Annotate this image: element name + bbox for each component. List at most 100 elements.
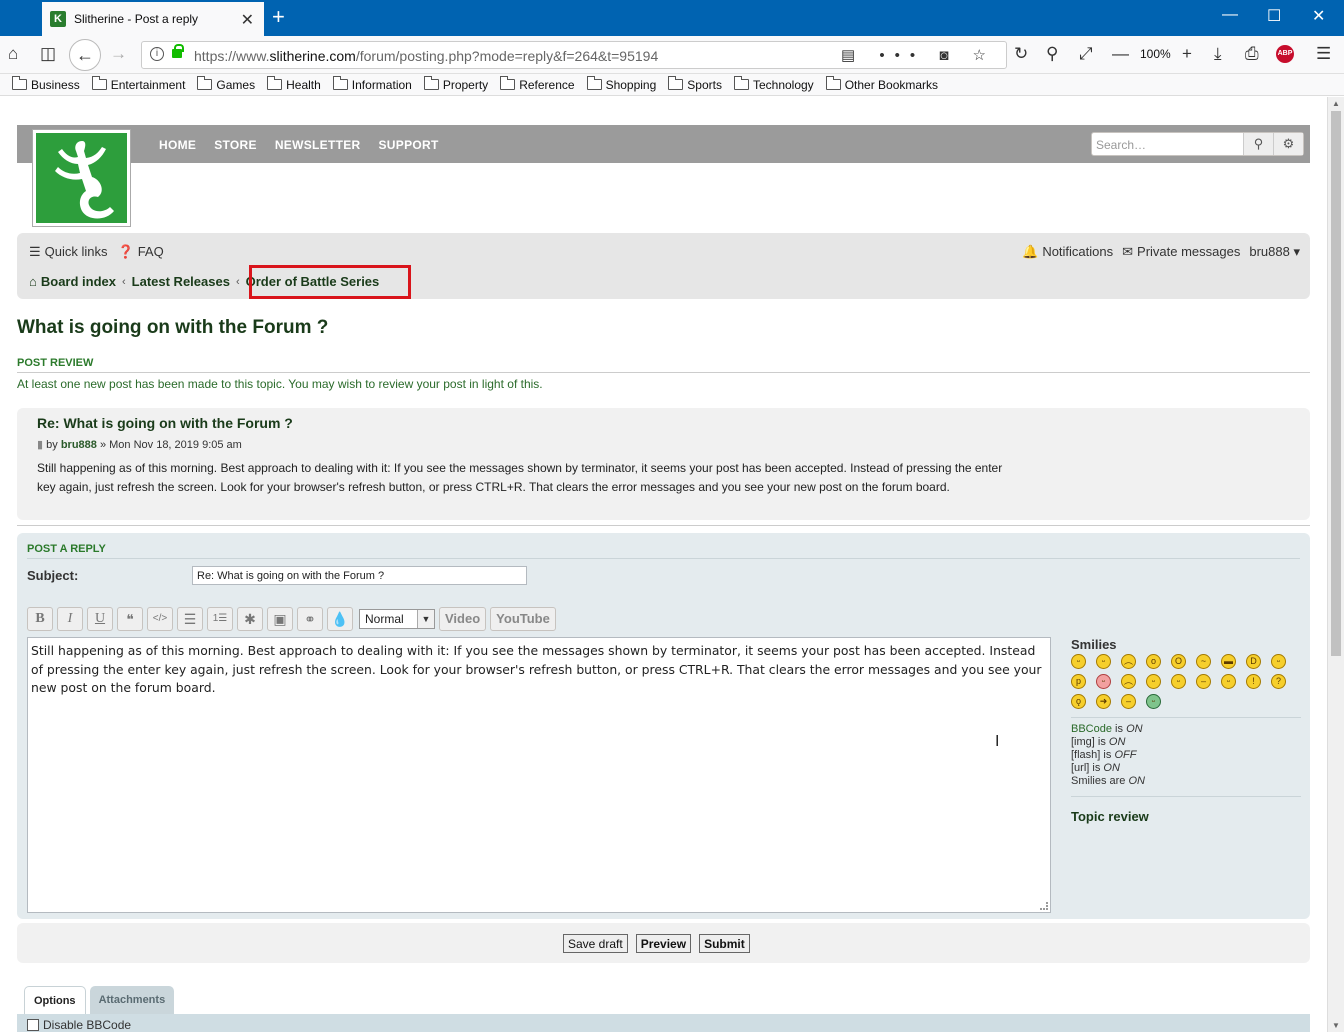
bullet-list-icon[interactable]: ☰ xyxy=(177,607,203,631)
youtube-button[interactable]: YouTube xyxy=(490,607,556,631)
bookmark-folder[interactable]: Reference xyxy=(500,76,575,92)
disable-bbcode-checkbox[interactable] xyxy=(27,1019,39,1031)
smiley-neutral-icon[interactable]: – xyxy=(1121,694,1136,709)
underline-icon[interactable]: U xyxy=(87,607,113,631)
resize-grip-icon[interactable] xyxy=(1040,902,1048,910)
bold-icon[interactable]: B xyxy=(27,607,53,631)
code-icon[interactable]: </> xyxy=(147,607,173,631)
smiley-confused-icon[interactable]: ~ xyxy=(1196,654,1211,669)
submit-button[interactable]: Submit xyxy=(699,934,750,953)
site-info-icon[interactable]: i xyxy=(150,47,164,61)
adblock-plus-icon[interactable]: ABP xyxy=(1276,45,1294,63)
numbered-list-icon[interactable]: 1☰ xyxy=(207,607,233,631)
bookmark-folder[interactable]: Entertainment xyxy=(91,76,185,92)
search-input[interactable]: Search… xyxy=(1092,133,1243,155)
smiley-cry-icon[interactable]: ︵ xyxy=(1121,674,1136,689)
quote-icon[interactable]: ❝ xyxy=(117,607,143,631)
site-nav-item[interactable]: STORE xyxy=(214,138,257,152)
smiley-wink-icon[interactable]: ᵕ xyxy=(1221,674,1236,689)
breadcrumb-board-index[interactable]: ⌂ Board index xyxy=(29,274,116,289)
preview-button[interactable]: Preview xyxy=(635,934,692,953)
new-tab-icon[interactable]: + xyxy=(272,4,285,30)
site-nav-item[interactable]: HOME xyxy=(159,138,196,152)
italic-icon[interactable]: I xyxy=(57,607,83,631)
close-window-icon[interactable]: ✕ xyxy=(1312,6,1325,26)
tab-options[interactable]: Options xyxy=(24,986,86,1014)
smiley-razz-icon[interactable]: p xyxy=(1071,674,1086,689)
sidebar-icon[interactable]: ◫ xyxy=(40,44,56,64)
site-nav-item[interactable]: SUPPORT xyxy=(379,138,439,152)
save-draft-button[interactable]: Save draft xyxy=(563,934,628,953)
bookmark-folder[interactable]: Property xyxy=(423,76,488,92)
download-icon[interactable]: ⤓ xyxy=(1214,44,1222,64)
color-drop-icon[interactable]: 💧 xyxy=(327,607,353,631)
arrow-icon[interactable]: ➜ xyxy=(1096,694,1111,709)
author-link[interactable]: bru888 xyxy=(61,439,97,451)
bbcode-faq-link[interactable]: BBCode xyxy=(1071,723,1112,735)
search-button-icon[interactable]: ⚲ xyxy=(1243,133,1273,155)
bookmark-folder[interactable]: Sports xyxy=(668,76,722,92)
smiley-sad-icon[interactable]: ︵ xyxy=(1121,654,1136,669)
quick-links-menu[interactable]: ☰ Quick links xyxy=(29,244,108,260)
topic-review-link[interactable]: Topic review xyxy=(1071,809,1301,824)
browser-tab[interactable]: K Slitherine - Post a reply ✕ xyxy=(42,2,264,36)
smiley-oops-icon[interactable]: ᵕ xyxy=(1096,674,1111,689)
scroll-up-icon[interactable]: ▲ xyxy=(1332,99,1340,108)
bookmark-folder[interactable]: Games xyxy=(197,76,255,92)
smiley-lol-icon[interactable]: D xyxy=(1246,654,1261,669)
url-bar-actions[interactable]: ▤ ••• ◙ ☆ xyxy=(841,46,996,64)
review-post-title[interactable]: Re: What is going on with the Forum ? xyxy=(37,415,293,431)
bookmark-folder[interactable]: Other Bookmarks xyxy=(825,76,938,92)
smiley-eek-icon[interactable]: O xyxy=(1171,654,1186,669)
smiley-rolleyes-icon[interactable]: – xyxy=(1196,674,1211,689)
bookmark-folder[interactable]: Health xyxy=(267,76,321,92)
question-icon[interactable]: ? xyxy=(1271,674,1286,689)
advanced-search-gear-icon[interactable]: ⚙ xyxy=(1273,133,1303,155)
breadcrumb-latest-releases[interactable]: Latest Releases xyxy=(132,274,230,289)
disable-bbcode-option[interactable]: Disable BBCode xyxy=(27,1018,131,1032)
smiley-biggrin-icon[interactable]: ᵕ xyxy=(1071,654,1086,669)
site-nav-item[interactable]: NEWSLETTER xyxy=(275,138,361,152)
bookmark-folder[interactable]: Business xyxy=(12,76,80,92)
smiley-evil-icon[interactable]: ᵕ xyxy=(1146,674,1161,689)
subject-input[interactable] xyxy=(192,566,527,585)
smiley-mrgreen-icon[interactable]: ᵕ xyxy=(1146,694,1161,709)
url-bar[interactable]: i https://www.slitherine.com/forum/posti… xyxy=(141,41,1007,69)
private-messages-link[interactable]: ✉ Private messages xyxy=(1122,244,1240,260)
bookmark-folder[interactable]: Technology xyxy=(733,76,814,92)
smiley-smile-icon[interactable]: ᵕ xyxy=(1096,654,1111,669)
url-text[interactable]: https://www.slitherine.com/forum/posting… xyxy=(194,48,658,64)
smiley-cool-icon[interactable]: ▬ xyxy=(1221,654,1236,669)
slitherine-logo[interactable] xyxy=(32,129,131,227)
image-icon[interactable]: ▣ xyxy=(267,607,293,631)
bookmark-folder[interactable]: Shopping xyxy=(586,76,656,92)
back-button[interactable]: ← xyxy=(69,39,101,71)
scrollbar-thumb[interactable] xyxy=(1331,111,1341,656)
list-item-asterisk-icon[interactable]: ✱ xyxy=(237,607,263,631)
minimize-icon[interactable]: — xyxy=(1222,6,1238,24)
message-textarea[interactable]: Still happening as of this morning. Best… xyxy=(27,637,1051,913)
zoom-in-icon[interactable]: + xyxy=(1182,44,1192,64)
tab-attachments[interactable]: Attachments xyxy=(89,986,175,1014)
idea-icon[interactable]: ǫ xyxy=(1071,694,1086,709)
page-title[interactable]: What is going on with the Forum ? xyxy=(17,317,328,339)
zoom-level[interactable]: 100% xyxy=(1140,47,1171,61)
video-button[interactable]: Video xyxy=(439,607,487,631)
exclamation-icon[interactable]: ! xyxy=(1246,674,1261,689)
home-icon[interactable]: ⌂ xyxy=(8,44,18,64)
search-icon[interactable]: ⚲ xyxy=(1046,44,1058,64)
link-icon[interactable]: ⚭ xyxy=(297,607,323,631)
reload-icon[interactable]: ↻ xyxy=(1014,44,1028,64)
tab-close-icon[interactable]: ✕ xyxy=(241,10,254,30)
smiley-surprised-icon[interactable]: o xyxy=(1146,654,1161,669)
smiley-twisted-icon[interactable]: ᵕ xyxy=(1171,674,1186,689)
font-size-select[interactable]: Normal ▼ xyxy=(359,609,435,629)
scroll-down-icon[interactable]: ▼ xyxy=(1332,1021,1340,1030)
user-menu[interactable]: bru888 ▾ xyxy=(1249,244,1300,260)
vertical-scrollbar[interactable]: ▲ ▼ xyxy=(1327,97,1344,1032)
bookmark-folder[interactable]: Information xyxy=(332,76,412,92)
smiley-mad-icon[interactable]: ᵕ xyxy=(1271,654,1286,669)
maximize-icon[interactable]: ☐ xyxy=(1267,6,1281,26)
fullscreen-icon[interactable]: ⤢ xyxy=(1079,44,1093,64)
zoom-out-icon[interactable]: — xyxy=(1112,44,1129,64)
